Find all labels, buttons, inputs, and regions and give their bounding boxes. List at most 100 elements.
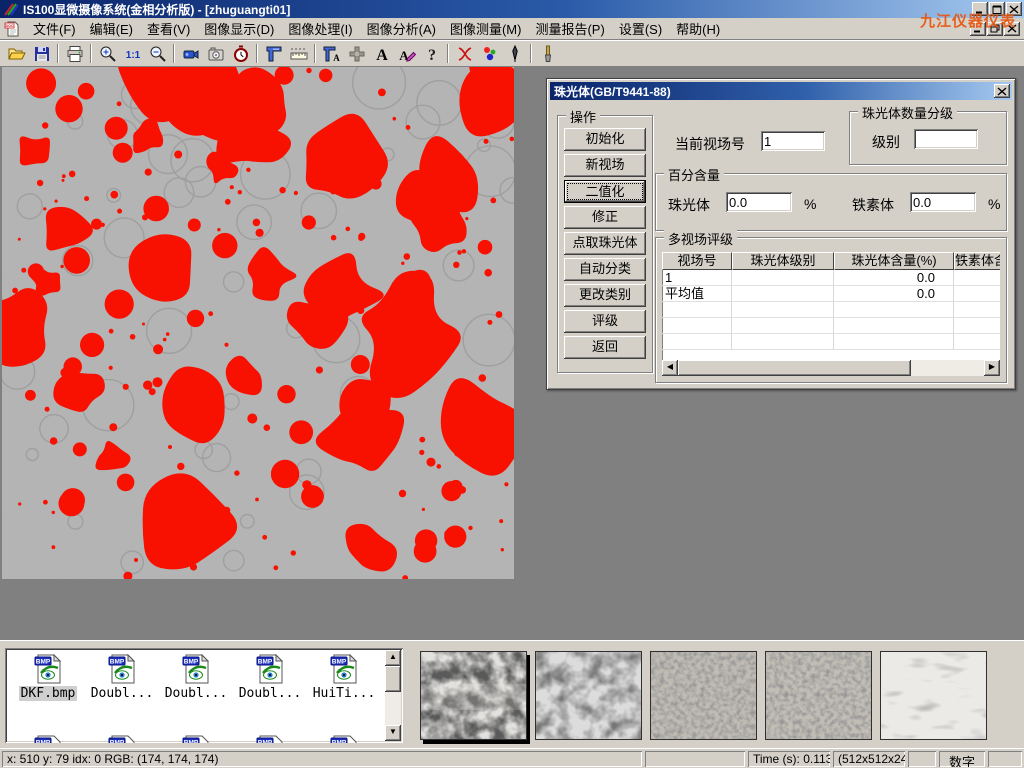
bmp-file-icon[interactable]: BMP	[106, 734, 138, 743]
close-icon[interactable]	[1006, 2, 1022, 16]
pearlite-pct-label: 珠光体	[668, 195, 710, 215]
scroll-right-icon[interactable]: ▶	[984, 360, 1000, 376]
file-name[interactable]: HuiTi...	[311, 686, 378, 701]
help-icon[interactable]: ?	[419, 42, 444, 65]
table-row-empty[interactable]	[662, 334, 1000, 350]
grade-input[interactable]	[914, 129, 978, 149]
new-field-button[interactable]: 新视场	[564, 154, 646, 177]
scroll-up-icon[interactable]: ▲	[385, 650, 401, 666]
bmp-file-icon[interactable]: BMP	[32, 734, 64, 743]
bmp-file-icon[interactable]: BMP	[254, 734, 286, 743]
menu-item-edit[interactable]: 编辑(E)	[83, 17, 140, 40]
correct-button[interactable]: 修正	[564, 206, 646, 229]
menu-item-image-analysis[interactable]: 图像分析(A)	[360, 17, 443, 40]
measure-text-icon[interactable]: A	[319, 42, 344, 65]
minimize-icon[interactable]	[972, 2, 988, 16]
file-name[interactable]: Doubl...	[89, 686, 156, 701]
text-label-icon[interactable]: A	[369, 42, 394, 65]
svg-text:BMP: BMP	[258, 740, 273, 744]
dialog-title-bar[interactable]: 珠光体(GB/T9441-88)	[550, 82, 1012, 100]
mdi-close-icon[interactable]	[1004, 22, 1020, 36]
menu-item-measure-report[interactable]: 测量报告(P)	[528, 17, 611, 40]
file-item[interactable]: BMP Doubl...	[159, 653, 233, 701]
current-field-input[interactable]	[761, 131, 825, 151]
save-icon[interactable]	[29, 42, 54, 65]
zoom-in-icon[interactable]	[95, 42, 120, 65]
menu-item-image-display[interactable]: 图像显示(D)	[197, 17, 281, 40]
grid-cross-icon[interactable]	[344, 42, 369, 65]
rating-table-header: 视场号 珠光体级别 珠光体含量(%) 铁素体含量(%)	[662, 252, 1000, 270]
file-name[interactable]: Doubl...	[237, 686, 304, 701]
thumbnail-5[interactable]	[880, 651, 987, 740]
table-horizontal-scrollbar[interactable]: ◀ ▶	[662, 360, 1000, 376]
curve-tool-icon[interactable]	[452, 42, 477, 65]
print-icon[interactable]	[62, 42, 87, 65]
file-name[interactable]: DKF.bmp	[19, 686, 78, 701]
table-row[interactable]: 平均值 0.0	[662, 286, 1000, 302]
ruler-icon[interactable]	[286, 42, 311, 65]
table-row-empty[interactable]	[662, 318, 1000, 334]
micrograph-image[interactable]	[2, 67, 514, 579]
mdi-restore-icon[interactable]	[987, 22, 1003, 36]
file-item[interactable]: BMP HuiTi...	[307, 653, 381, 701]
ferrite-pct-input[interactable]	[910, 192, 976, 212]
pen-icon[interactable]	[502, 42, 527, 65]
menu-item-help[interactable]: 帮助(H)	[669, 17, 727, 40]
svg-text:BMP: BMP	[258, 659, 273, 666]
mdi-minimize-icon[interactable]	[970, 22, 986, 36]
table-row[interactable]: 1 0.0	[662, 270, 1000, 286]
photo-camera-icon[interactable]	[203, 42, 228, 65]
rate-button[interactable]: 评级	[564, 310, 646, 333]
file-list-scrollbar[interactable]: ▲ ▼	[385, 650, 401, 741]
scroll-left-icon[interactable]: ◀	[662, 360, 678, 376]
file-item[interactable]: BMP DKF.bmp	[11, 653, 85, 701]
toolbar: 1:1 A A A ?	[0, 40, 1024, 66]
thumbnail-1[interactable]	[420, 651, 527, 740]
file-item[interactable]: BMP Doubl...	[85, 653, 159, 701]
multi-field-rating-label: 多视场评级	[664, 229, 737, 248]
video-camera-icon[interactable]	[178, 42, 203, 65]
toolbar-separator	[173, 44, 175, 63]
timer-icon[interactable]	[228, 42, 253, 65]
grade-group-label: 珠光体数量分级	[858, 103, 957, 122]
bmp-file-icon[interactable]: BMP	[328, 734, 360, 743]
menu-item-file[interactable]: 文件(F)	[26, 17, 83, 40]
open-file-icon[interactable]	[4, 42, 29, 65]
pick-pearlite-button[interactable]: 点取珠光体	[564, 232, 646, 255]
table-row-empty[interactable]	[662, 302, 1000, 318]
actual-size-icon[interactable]: 1:1	[120, 42, 145, 65]
document-icon[interactable]: DOC	[4, 21, 20, 37]
file-item[interactable]: BMP Doubl...	[233, 653, 307, 701]
return-button[interactable]: 返回	[564, 336, 646, 359]
operations-buttons: 初始化 新视场 二值化 修正 点取珠光体 自动分类 更改类别 评级 返回	[564, 128, 646, 359]
particle-count-icon[interactable]	[477, 42, 502, 65]
auto-classify-button[interactable]: 自动分类	[564, 258, 646, 281]
thumbnail-2[interactable]	[535, 651, 642, 740]
caliper-icon[interactable]	[261, 42, 286, 65]
change-class-button[interactable]: 更改类别	[564, 284, 646, 307]
ferrite-pct-label: 铁素体	[852, 195, 894, 215]
scrollbar-thumb[interactable]	[678, 360, 911, 376]
menu-item-image-measure[interactable]: 图像测量(M)	[443, 17, 529, 40]
zoom-out-icon[interactable]	[145, 42, 170, 65]
file-name[interactable]: Doubl...	[163, 686, 230, 701]
pearlite-pct-input[interactable]	[726, 192, 792, 212]
initialize-button[interactable]: 初始化	[564, 128, 646, 151]
status-mode: 数字	[939, 751, 985, 767]
thumbnail-4[interactable]	[765, 651, 872, 740]
scroll-down-icon[interactable]: ▼	[385, 725, 401, 741]
text-edit-icon[interactable]: A	[394, 42, 419, 65]
menu-item-settings[interactable]: 设置(S)	[612, 17, 669, 40]
menu-item-image-processing[interactable]: 图像处理(I)	[281, 17, 359, 40]
thumbnail-3[interactable]	[650, 651, 757, 740]
scrollbar-thumb[interactable]	[385, 666, 401, 692]
col-field-number: 视场号	[662, 252, 732, 270]
menu-item-view[interactable]: 查看(V)	[140, 17, 197, 40]
binarize-button[interactable]: 二值化	[564, 180, 646, 203]
bmp-file-icon[interactable]: BMP	[180, 734, 212, 743]
svg-text:1:1: 1:1	[125, 50, 140, 61]
brush-icon[interactable]	[535, 42, 560, 65]
maximize-icon[interactable]	[989, 2, 1005, 16]
cell: 0.0	[834, 286, 954, 302]
dialog-close-icon[interactable]	[994, 84, 1010, 98]
